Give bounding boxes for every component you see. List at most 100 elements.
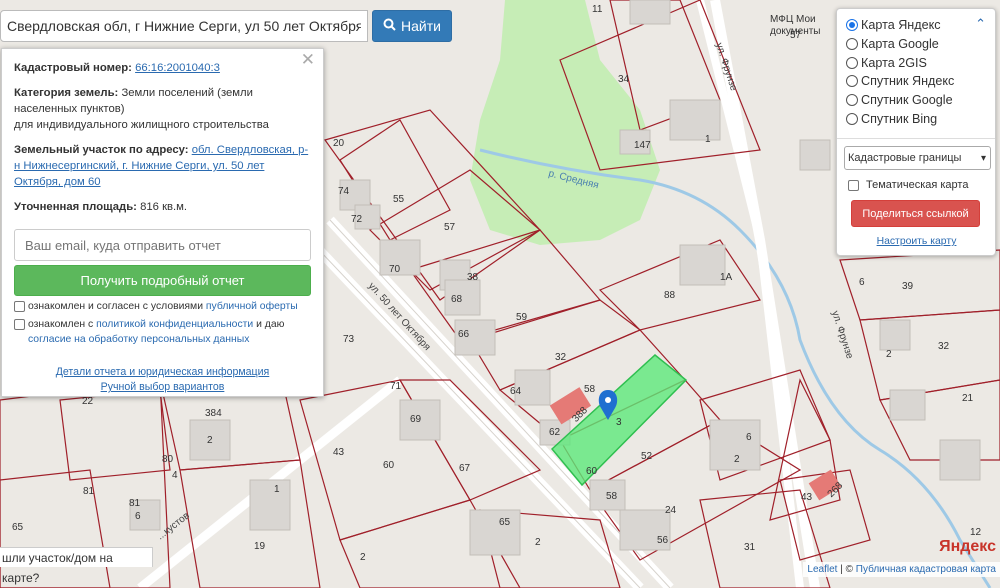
- chevron-up-icon[interactable]: ⌃: [975, 17, 986, 32]
- layer-option-yandex-satellite[interactable]: Спутник Яндекс: [846, 72, 987, 91]
- parcel-label: 2: [360, 552, 366, 563]
- parcel-label: 60: [383, 460, 395, 471]
- parcel-label: 43: [801, 492, 813, 503]
- cadastral-map-link[interactable]: Публичная кадастровая карта: [856, 564, 996, 575]
- offer-consent-prefix: ознакомлен и согласен с условиями: [28, 301, 206, 312]
- parcel-label: 65: [12, 522, 24, 533]
- parcel-label: 70: [389, 264, 401, 275]
- parcel-label: 55: [393, 194, 405, 205]
- poi-label: МФЦ Мои: [770, 14, 816, 25]
- parcel-label: 384: [205, 408, 222, 419]
- parcel-label: 60: [586, 466, 598, 477]
- personal-data-consent-link[interactable]: согласие на обработку персональных данны…: [28, 334, 249, 345]
- parcel-label: 65: [499, 517, 511, 528]
- parcel-label: 12: [970, 527, 982, 538]
- radio[interactable]: [846, 112, 858, 125]
- parcel-label: 56: [657, 535, 669, 546]
- parcel-label: 64: [510, 386, 522, 397]
- thematic-map-label: Тематическая карта: [866, 179, 969, 192]
- thematic-map-row[interactable]: Тематическая карта: [848, 179, 987, 191]
- parcel-label: 88: [664, 290, 676, 301]
- parcel-label: 68: [451, 294, 463, 305]
- address-row: Земельный участок по адресу: обл. Свердл…: [14, 142, 311, 190]
- parcel-label: 6: [746, 432, 752, 443]
- parcel-label: 81: [83, 486, 95, 497]
- parcel-label: 62: [549, 427, 561, 438]
- parcel-label: 147: [634, 140, 651, 151]
- parcel-label: 58: [584, 384, 596, 395]
- parcel-label: 4: [172, 470, 178, 481]
- parcel-label: 20: [333, 138, 345, 149]
- attribution-separator: | ©: [837, 564, 856, 575]
- layer-option-google-satellite[interactable]: Спутник Google: [846, 91, 987, 110]
- yandex-logo: Яндекс: [939, 538, 996, 555]
- overlay-select[interactable]: Кадастровые границы ▾: [844, 146, 991, 171]
- layer-option-yandex-map[interactable]: Карта Яндекс: [846, 16, 987, 35]
- layer-option-label: Карта Google: [861, 37, 939, 52]
- parcel-label: 1: [705, 134, 711, 145]
- address-label: Земельный участок по адресу:: [14, 144, 189, 156]
- parcel-label: 81: [129, 498, 141, 509]
- area-row: Уточненная площадь: 816 кв.м.: [14, 199, 311, 215]
- privacy-consent-mid: и даю: [253, 319, 285, 330]
- layer-option-bing-satellite[interactable]: Спутник Bing: [846, 109, 987, 128]
- parcel-label: 80: [162, 454, 174, 465]
- search-icon: [383, 18, 396, 34]
- parcel-label: 11: [592, 4, 603, 15]
- parcel-label: 52: [641, 451, 653, 462]
- email-field[interactable]: [14, 229, 311, 261]
- parcel-label: 38: [467, 272, 479, 283]
- share-link-button[interactable]: Поделиться ссылкой: [851, 200, 980, 228]
- privacy-consent-row: ознакомлен с политикой конфиденциальност…: [14, 317, 311, 347]
- privacy-consent-text: ознакомлен с политикой конфиденциальност…: [28, 317, 284, 347]
- parcel-label: 1А: [720, 272, 733, 283]
- cadastral-number-link[interactable]: 66:16:2001040:3: [135, 62, 220, 74]
- chevron-down-icon: ▾: [980, 152, 986, 164]
- leaflet-link[interactable]: Leaflet: [807, 564, 837, 575]
- layer-divider: [837, 138, 995, 140]
- search-button[interactable]: Найти: [372, 10, 452, 42]
- parcel-label: 2: [207, 435, 213, 446]
- parcel-label: 32: [555, 352, 567, 363]
- layer-switcher: ⌃ Карта Яндекс Карта Google Карта 2GIS С…: [836, 8, 996, 256]
- radio-selected[interactable]: [846, 19, 858, 32]
- parcel-label: 31: [744, 542, 756, 553]
- close-icon[interactable]: ✕: [301, 52, 315, 69]
- thematic-map-checkbox[interactable]: [848, 179, 859, 191]
- radio[interactable]: [846, 56, 858, 69]
- parcel-label: 39: [902, 281, 914, 292]
- layer-option-label: Спутник Яндекс: [861, 74, 955, 89]
- parcel-label: 3: [616, 417, 622, 428]
- layer-option-google-map[interactable]: Карта Google: [846, 35, 987, 54]
- public-offer-link[interactable]: публичной оферты: [206, 301, 298, 312]
- parcel-label: 32: [938, 341, 950, 352]
- radio[interactable]: [846, 75, 858, 88]
- get-report-button[interactable]: Получить подробный отчет: [14, 265, 311, 296]
- category-use: для индивидуального жилищного строительс…: [14, 119, 269, 131]
- privacy-consent-checkbox[interactable]: [14, 319, 25, 330]
- layer-option-label: Карта Яндекс: [861, 18, 941, 33]
- parcel-label: 59: [516, 312, 528, 323]
- cadastral-row: Кадастровый номер: 66:16:2001040:3: [14, 60, 311, 76]
- parcel-label: 1: [274, 484, 280, 495]
- help-bar[interactable]: шли участок/дом на карте?: [0, 547, 153, 585]
- parcel-label: 71: [390, 381, 402, 392]
- radio[interactable]: [846, 38, 858, 51]
- parcel-label: 73: [343, 334, 355, 345]
- radio[interactable]: [846, 94, 858, 107]
- offer-consent-row: ознакомлен и согласен с условиями публич…: [14, 299, 311, 314]
- parcel-label: 6: [859, 277, 865, 288]
- offer-consent-checkbox[interactable]: [14, 301, 25, 312]
- privacy-consent-prefix: ознакомлен с: [28, 319, 97, 330]
- report-details-link[interactable]: Детали отчета и юридическая информация: [14, 365, 311, 380]
- configure-map-link[interactable]: Настроить карту: [846, 236, 987, 247]
- search-bar: Найти: [0, 10, 452, 42]
- layer-option-2gis-map[interactable]: Карта 2GIS: [846, 53, 987, 72]
- parcel-label: 69: [410, 414, 422, 425]
- parcel-label: 57: [444, 222, 456, 233]
- privacy-policy-link[interactable]: политикой конфиденциальности: [96, 319, 253, 330]
- search-button-label: Найти: [401, 18, 441, 34]
- overlay-select-value: Кадастровые границы: [848, 152, 962, 165]
- address-search-input[interactable]: [0, 10, 368, 42]
- manual-selection-link[interactable]: Ручной выбор вариантов: [14, 380, 311, 395]
